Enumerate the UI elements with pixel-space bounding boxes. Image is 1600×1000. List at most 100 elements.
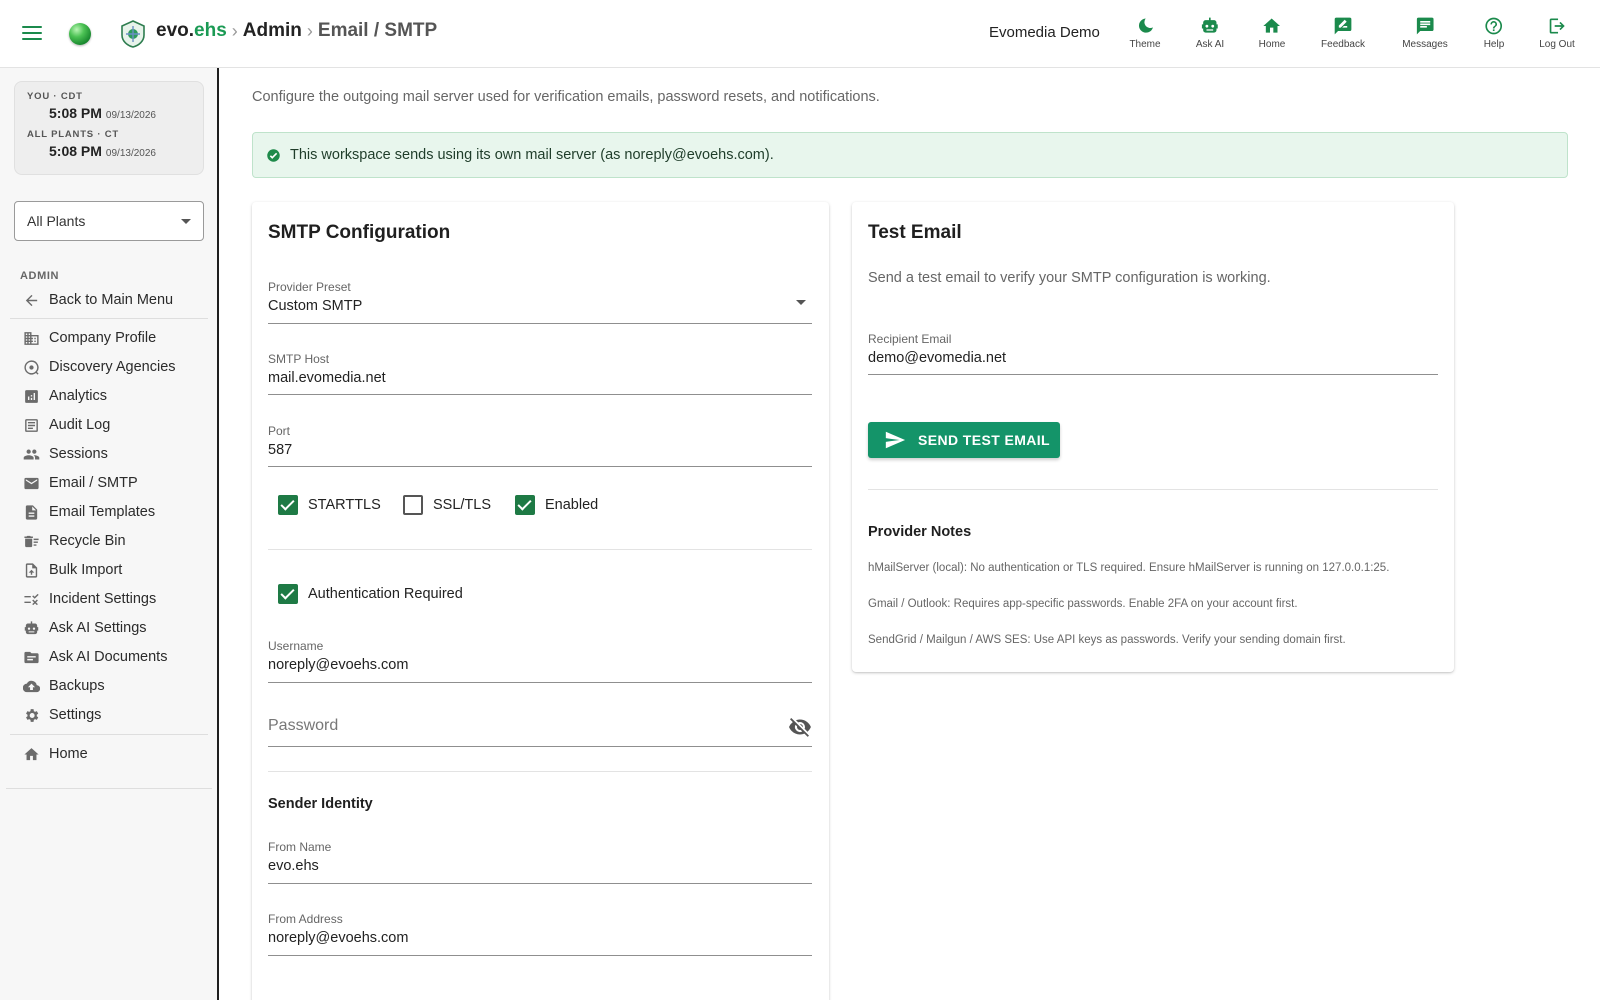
smtp-host-field[interactable]: SMTP Host mail.evomedia.net (268, 352, 812, 395)
sidebar-item-label: Home (49, 746, 88, 762)
import-icon (25, 562, 38, 578)
auth-required-checkbox[interactable]: Authentication Required (278, 584, 463, 604)
from-address-label: From Address (268, 912, 343, 926)
sidebar-item-label: Incident Settings (49, 591, 157, 607)
top-app-bar: evo.ehs › Admin › Email / SMTP Evomedia … (0, 0, 1600, 68)
clock-plants-time: 5:08 PM (49, 143, 102, 159)
sidebar-item-company-profile[interactable]: Company Profile (10, 324, 208, 352)
sidebar-item-email-templates[interactable]: Email Templates (10, 498, 208, 526)
discovery-icon (24, 359, 39, 375)
logout-label: Log Out (1539, 39, 1575, 50)
plant-select-value: All Plants (27, 213, 86, 229)
send-test-email-button[interactable]: SEND TEST EMAIL (868, 422, 1060, 458)
smtp-host-label: SMTP Host (268, 352, 330, 366)
port-field[interactable]: Port 587 (268, 424, 812, 467)
recipient-email-value: demo@evomedia.net (868, 350, 1007, 366)
send-test-email-label: SEND TEST EMAIL (918, 432, 1051, 448)
feedback-button[interactable]: Feedback (1321, 16, 1365, 50)
sidebar-item-label: Settings (49, 707, 102, 723)
robot-icon (24, 620, 39, 634)
sidebar-item-ask-ai-documents[interactable]: Ask AI Documents (10, 643, 208, 671)
sidebar-item-label: Audit Log (49, 417, 111, 433)
sidebar-item-label: Email Templates (49, 504, 156, 520)
home-button[interactable]: Home (1259, 16, 1285, 50)
moon-icon (1138, 18, 1153, 33)
chevron-down-icon (181, 218, 191, 224)
help-button[interactable]: Help (1483, 16, 1505, 50)
from-name-field[interactable]: From Name evo.ehs (268, 840, 812, 884)
starttls-checkbox[interactable]: STARTTLS (278, 495, 381, 515)
sidebar-item-incident-settings[interactable]: Incident Settings (10, 585, 208, 613)
password-field[interactable]: Password (268, 697, 812, 747)
sidebar-item-backups[interactable]: Backups (10, 672, 208, 700)
gear-icon (26, 708, 39, 722)
cloud-icon (23, 680, 40, 692)
sidebar-item-analytics[interactable]: Analytics (10, 382, 208, 410)
main-content: Configure the outgoing mail server used … (221, 68, 1600, 1000)
help-label: Help (1483, 39, 1505, 50)
sidebar-item-label: Backups (49, 678, 105, 694)
top-actions: Theme Ask AI Home Feedback Messages Help… (0, 16, 1600, 56)
sidebar: YOU · CDT 5:08 PM 09/13/2026 ALL PLANTS ·… (0, 68, 219, 1000)
checkbox-checked-icon (278, 495, 298, 515)
test-card-title: Test Email (868, 222, 962, 243)
plant-select[interactable]: All Plants (14, 201, 204, 241)
sender-identity-title: Sender Identity (268, 796, 373, 812)
provider-note: hMailServer (local): No authentication o… (868, 562, 1390, 574)
sidebar-item-recycle-bin[interactable]: Recycle Bin (10, 527, 208, 555)
folder-icon (24, 651, 39, 663)
ssl-tls-checkbox[interactable]: SSL/TLS (403, 495, 491, 515)
divider (10, 318, 208, 319)
divider (268, 771, 812, 772)
sidebar-item-back[interactable]: Back to Main Menu (10, 286, 208, 314)
theme-button[interactable]: Theme (1129, 16, 1161, 50)
from-address-field[interactable]: From Address noreply@evoehs.com (268, 912, 812, 956)
people-icon (23, 449, 40, 459)
username-value: noreply@evoehs.com (268, 657, 409, 673)
ask-ai-button[interactable]: Ask AI (1196, 16, 1224, 50)
sidebar-item-label: Recycle Bin (49, 533, 126, 549)
from-name-label: From Name (268, 840, 332, 854)
sidebar-item-ask-ai-settings[interactable]: Ask AI Settings (10, 614, 208, 642)
auth-required-label: Authentication Required (308, 586, 463, 602)
divider (10, 734, 208, 735)
provider-note: Gmail / Outlook: Requires app-specific p… (868, 598, 1298, 610)
sidebar-item-home[interactable]: Home (10, 740, 208, 768)
send-icon (885, 431, 906, 449)
feedback-icon (1334, 17, 1352, 35)
sidebar-item-label: Sessions (49, 446, 108, 462)
checkbox-checked-icon (515, 495, 535, 515)
from-address-value: noreply@evoehs.com (268, 930, 409, 946)
smtp-config-card: SMTP Configuration Provider Preset Custo… (252, 202, 829, 1000)
sidebar-item-label: Ask AI Documents (49, 649, 168, 665)
sidebar-item-label: Company Profile (49, 330, 157, 346)
alert-text: This workspace sends using its own mail … (290, 147, 774, 163)
messages-button[interactable]: Messages (1402, 16, 1448, 50)
sidebar-item-settings[interactable]: Settings (10, 701, 208, 729)
page-description: Configure the outgoing mail server used … (252, 89, 880, 105)
smtp-host-value: mail.evomedia.net (268, 370, 386, 386)
sidebar-item-email-smtp[interactable]: Email / SMTP (10, 469, 208, 497)
clock-card: YOU · CDT 5:08 PM 09/13/2026 ALL PLANTS ·… (14, 81, 204, 175)
visibility-off-icon[interactable] (788, 715, 812, 739)
recipient-email-field[interactable]: Recipient Email demo@evomedia.net (868, 332, 1438, 375)
logout-icon (1549, 18, 1565, 34)
provider-preset-select[interactable]: Provider Preset Custom SMTP (268, 280, 812, 324)
analytics-icon (25, 389, 38, 403)
clock-plants-label: ALL PLANTS · CT (27, 129, 120, 140)
username-field[interactable]: Username noreply@evoehs.com (268, 639, 812, 683)
recycle-bin-icon (24, 535, 39, 547)
enabled-label: Enabled (545, 497, 599, 513)
logout-button[interactable]: Log Out (1539, 16, 1575, 50)
sidebar-item-discovery-agencies[interactable]: Discovery Agencies (10, 353, 208, 381)
success-alert: This workspace sends using its own mail … (252, 132, 1568, 178)
theme-label: Theme (1129, 39, 1161, 50)
clock-plants: 5:08 PM 09/13/2026 (49, 143, 191, 161)
sidebar-item-sessions[interactable]: Sessions (10, 440, 208, 468)
sidebar-item-bulk-import[interactable]: Bulk Import (10, 556, 208, 584)
clock-you: 5:08 PM 09/13/2026 (49, 105, 191, 123)
sidebar-item-audit-log[interactable]: Audit Log (10, 411, 208, 439)
home-icon (1263, 18, 1281, 33)
enabled-checkbox[interactable]: Enabled (515, 495, 598, 515)
test-email-card: Test Email Send a test email to verify y… (852, 202, 1454, 672)
